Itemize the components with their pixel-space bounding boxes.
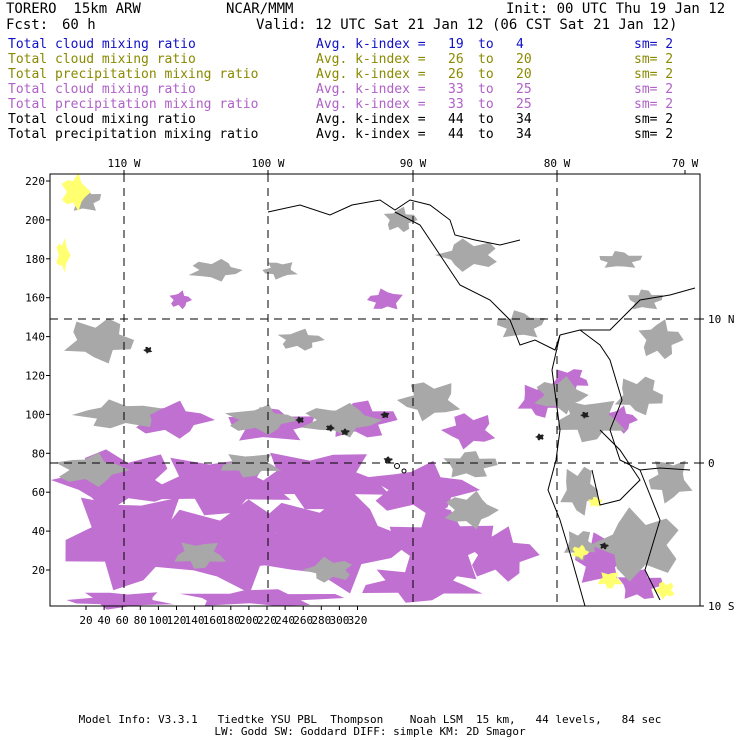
y-axis-tick-label: 200: [25, 214, 45, 227]
x-axis-tick-label: 60: [116, 614, 129, 627]
latitude-label: 0: [708, 457, 715, 470]
longitude-label: 90 W: [400, 157, 427, 170]
x-axis-tick-label: 100: [148, 614, 168, 627]
latitude-label: 10 S: [708, 600, 735, 613]
y-axis-tick-label: 120: [25, 370, 45, 383]
x-axis-tick-label: 280: [311, 614, 331, 627]
y-axis-tick-label: 180: [25, 253, 45, 266]
model-info-line-2: LW: Godd SW: Goddard DIFF: simple KM: 2D…: [214, 725, 526, 738]
longitude-label: 110 W: [107, 157, 140, 170]
y-axis-tick-label: 60: [32, 486, 45, 499]
x-axis-tick-label: 300: [329, 614, 349, 627]
x-axis-tick-label: 220: [257, 614, 277, 627]
x-axis-tick-label: 20: [79, 614, 92, 627]
x-axis-tick-label: 260: [293, 614, 313, 627]
y-axis-tick-label: 140: [25, 331, 45, 344]
longitude-label: 70 W: [672, 157, 699, 170]
y-axis-tick-label: 220: [25, 175, 45, 188]
y-axis-tick-label: 40: [32, 525, 45, 538]
x-axis-tick-label: 40: [97, 614, 110, 627]
y-axis-tick-label: 100: [25, 408, 45, 421]
x-axis-tick-label: 160: [203, 614, 223, 627]
x-axis-tick-label: 240: [275, 614, 295, 627]
x-axis-tick-label: 320: [348, 614, 368, 627]
longitude-label: 80 W: [544, 157, 571, 170]
y-axis-tick-label: 80: [32, 447, 45, 460]
x-axis-tick-label: 120: [167, 614, 187, 627]
x-axis-tick-label: 200: [239, 614, 259, 627]
x-axis-tick-label: 140: [185, 614, 205, 627]
x-axis-tick-label: 80: [134, 614, 147, 627]
map-figure: 110 W 100 W 90 W 80 W 70 W10 N010 S20 40 60 80 1…: [25, 157, 735, 627]
longitude-label: 100 W: [251, 157, 284, 170]
x-axis-tick-label: 180: [221, 614, 241, 627]
latitude-label: 10 N: [708, 313, 735, 326]
y-axis-tick-label: 160: [25, 292, 45, 305]
y-axis-tick-label: 20: [32, 564, 45, 577]
